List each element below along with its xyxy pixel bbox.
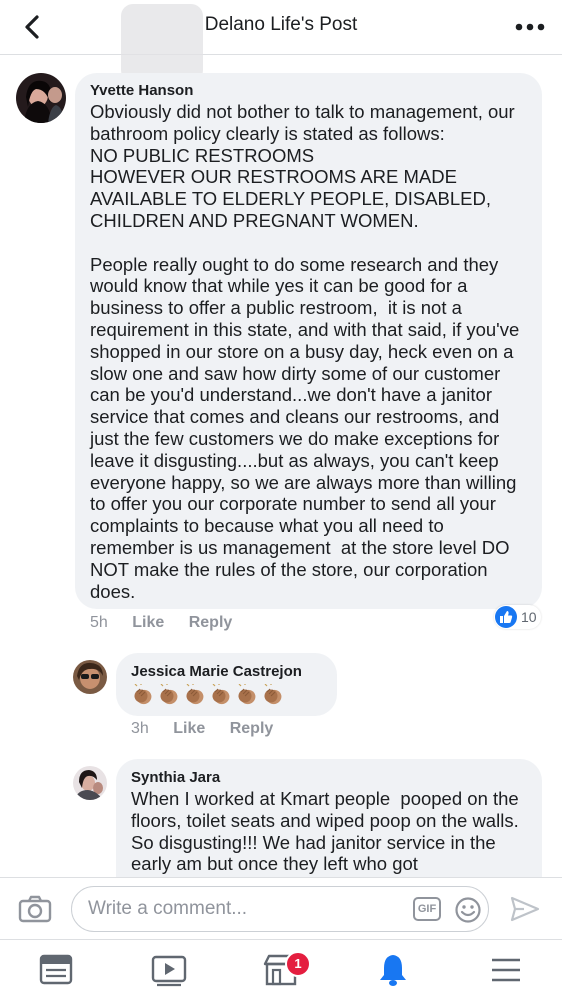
comment-input-box: GIF bbox=[71, 886, 489, 932]
notifications-bell-icon[interactable] bbox=[373, 952, 413, 988]
camera-icon[interactable] bbox=[18, 894, 52, 924]
avatar[interactable] bbox=[73, 660, 107, 694]
top-bar: Delano Life's Post bbox=[0, 0, 562, 55]
news-feed-icon[interactable] bbox=[36, 952, 76, 988]
bottom-tab-bar: 1 bbox=[0, 939, 562, 1001]
comment-timestamp: 3h bbox=[131, 720, 149, 737]
like-reaction-icon bbox=[495, 606, 517, 628]
comment-author[interactable]: Synthia Jara bbox=[131, 769, 220, 786]
emoji-row bbox=[131, 684, 285, 706]
touch-highlight-overlay bbox=[121, 4, 203, 82]
comment-input[interactable] bbox=[88, 897, 388, 921]
clapping-hands-icon bbox=[160, 684, 178, 705]
reply-button[interactable]: Reply bbox=[230, 720, 274, 738]
comment-timestamp: 5h bbox=[90, 614, 108, 631]
comment-text: Obviously did not bother to talk to mana… bbox=[90, 101, 520, 602]
like-button[interactable]: Like bbox=[132, 614, 164, 632]
comment-meta: 3h Like Reply bbox=[131, 720, 273, 738]
watch-video-icon[interactable] bbox=[149, 952, 189, 988]
notification-badge: 1 bbox=[285, 951, 311, 977]
avatar[interactable] bbox=[73, 766, 107, 800]
send-icon[interactable] bbox=[509, 895, 541, 923]
menu-icon[interactable] bbox=[486, 952, 526, 988]
reply-button[interactable]: Reply bbox=[189, 614, 233, 632]
comment-author[interactable]: Yvette Hanson bbox=[90, 82, 193, 99]
reaction-count: 10 bbox=[521, 609, 537, 625]
comment-meta: 5h Like Reply bbox=[90, 614, 232, 632]
gif-button[interactable]: GIF bbox=[413, 897, 441, 921]
reaction-summary[interactable]: 10 bbox=[494, 605, 541, 629]
comment-composer: GIF bbox=[0, 877, 562, 940]
page-title: Delano Life's Post bbox=[204, 14, 358, 35]
clapping-hands-icon bbox=[238, 684, 256, 705]
emoji-icon[interactable] bbox=[454, 896, 482, 924]
clapping-hands-icon bbox=[186, 684, 204, 705]
clapping-hands-icon bbox=[264, 684, 282, 705]
like-button[interactable]: Like bbox=[173, 720, 205, 738]
comment-author[interactable]: Jessica Marie Castrejon bbox=[131, 663, 302, 680]
more-options-icon[interactable] bbox=[514, 14, 546, 40]
comment-text: When I worked at Kmart people pooped on … bbox=[131, 788, 524, 875]
clapping-hands-icon bbox=[134, 684, 152, 705]
avatar[interactable] bbox=[16, 73, 66, 123]
clapping-hands-icon bbox=[212, 684, 230, 705]
